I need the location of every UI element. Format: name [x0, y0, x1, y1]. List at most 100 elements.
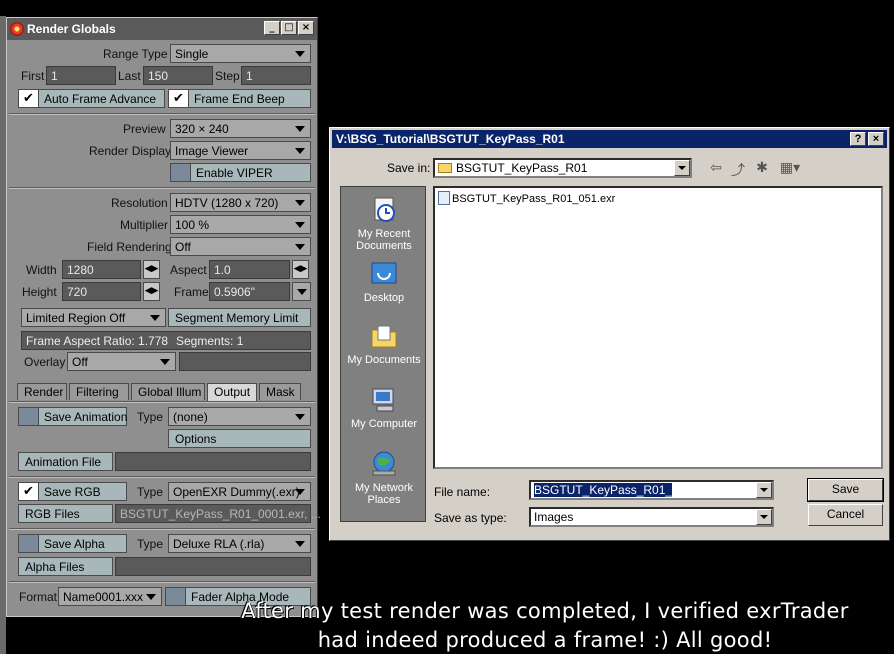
chevron-down-icon	[160, 359, 170, 365]
height-stepper[interactable]: ◀▶	[143, 282, 160, 301]
place-my-documents[interactable]: My Documents	[341, 321, 427, 366]
file-list[interactable]: BSGTUT_KeyPass_R01_051.exr	[433, 186, 883, 469]
width-label: Width	[26, 263, 57, 277]
frame-end-beep-checkbox[interactable]: ✔ Frame End Beep	[168, 89, 311, 108]
tab-render[interactable]: Render	[17, 383, 67, 400]
animation-file-path	[115, 452, 311, 471]
frame-label: Frame	[174, 285, 209, 299]
chevron-down-icon	[674, 160, 690, 176]
checkmark-icon: ✔	[23, 91, 34, 106]
preview-dropdown[interactable]: 320 × 240	[170, 119, 311, 138]
chevron-down-icon	[295, 244, 305, 250]
file-name-input[interactable]: BSGTUT_KeyPass_R01_	[529, 480, 774, 500]
auto-frame-advance-label: Auto Frame Advance	[44, 92, 157, 106]
help-button[interactable]: ?	[850, 132, 866, 146]
save-rgb-label: Save RGB	[44, 485, 101, 499]
tab-output[interactable]: Output	[207, 383, 257, 401]
field-rendering-value: Off	[175, 240, 191, 254]
alpha-type-dropdown[interactable]: Deluxe RLA (.rla)	[168, 534, 311, 553]
save-dialog-title: V:\BSG_Tutorial\BSGTUT_KeyPass_R01	[336, 132, 565, 146]
chevron-down-icon	[295, 51, 305, 57]
multiplier-dropdown[interactable]: 100 %	[170, 215, 311, 234]
frame-unit-dropdown[interactable]	[292, 282, 311, 301]
range-type-dropdown[interactable]: Single	[170, 44, 311, 63]
height-input[interactable]: 720	[62, 282, 141, 301]
rgb-type-dropdown[interactable]: OpenEXR Dummy(.exr)	[168, 482, 311, 501]
height-label: Height	[22, 285, 57, 299]
save-button[interactable]: Save	[807, 478, 884, 502]
render-globals-titlebar[interactable]: Render Globals _ □ ×	[7, 18, 317, 40]
animation-file-button[interactable]: Animation File	[18, 452, 113, 471]
save-alpha-checkbox[interactable]: Save Alpha	[18, 534, 127, 553]
place-recent-documents[interactable]: My Recent Documents	[341, 195, 427, 252]
aspect-stepper[interactable]: ◀▶	[292, 260, 309, 279]
tab-mask[interactable]: Mask	[259, 383, 301, 400]
frame-end-beep-label: Frame End Beep	[194, 92, 285, 106]
caption-line-2: had indeed produced a frame! :) All good…	[317, 628, 773, 652]
tab-filtering[interactable]: Filtering	[69, 383, 129, 400]
overlay-text-input[interactable]	[179, 352, 311, 371]
minimize-button[interactable]: _	[264, 21, 280, 35]
frame-aspect-ratio: Frame Aspect Ratio: 1.778	[26, 334, 169, 348]
up-folder-icon[interactable]: ⤴	[729, 160, 747, 179]
limited-region-dropdown[interactable]: Limited Region Off	[21, 308, 166, 327]
format-dropdown[interactable]: Name0001.xxx	[58, 587, 162, 606]
width-input[interactable]: 1280	[62, 260, 141, 279]
save-dialog-titlebar[interactable]: V:\BSG_Tutorial\BSGTUT_KeyPass_R01 ? ×	[332, 130, 887, 148]
last-frame-input[interactable]: 150	[143, 66, 213, 85]
step-input[interactable]: 1	[241, 66, 311, 85]
animation-type-dropdown[interactable]: (none)	[168, 407, 311, 426]
render-display-dropdown[interactable]: Image Viewer	[170, 141, 311, 160]
rgb-type-value: OpenEXR Dummy(.exr)	[173, 485, 300, 499]
desktop-icon	[371, 262, 397, 284]
my-computer-icon	[372, 388, 394, 412]
save-as-type-dropdown[interactable]: Images	[529, 507, 774, 527]
new-folder-icon[interactable]: ✱	[753, 160, 771, 178]
divider	[9, 187, 315, 189]
place-label: My Recent Documents	[356, 228, 412, 252]
segment-memory-limit-button[interactable]: Segment Memory Limit	[168, 308, 311, 327]
save-rgb-checkbox[interactable]: ✔ Save RGB	[18, 482, 127, 501]
place-my-computer[interactable]: My Computer	[341, 385, 427, 430]
file-name-label: File name:	[434, 485, 491, 499]
chevron-down-icon	[146, 594, 156, 600]
save-as-type-value: Images	[534, 510, 574, 524]
options-button[interactable]: Options	[168, 429, 311, 448]
overlay-value: Off	[72, 355, 88, 369]
my-documents-icon	[371, 325, 397, 348]
aspect-label: Aspect	[170, 263, 207, 277]
place-desktop[interactable]: Desktop	[341, 259, 427, 304]
chevron-down-icon	[756, 482, 772, 498]
caption-line-1: After my test render was completed, I ve…	[241, 599, 849, 623]
cancel-button[interactable]: Cancel	[808, 504, 883, 526]
save-animation-checkbox[interactable]: Save Animation	[18, 407, 127, 426]
file-name-value: BSGTUT_KeyPass_R01_	[534, 483, 673, 497]
rgb-files-path: BSGTUT_KeyPass_R01_0001.exr, ...	[115, 504, 321, 523]
view-menu-icon[interactable]: ▦▾	[777, 160, 803, 178]
maximize-button[interactable]: □	[281, 21, 297, 35]
save-file-dialog: V:\BSG_Tutorial\BSGTUT_KeyPass_R01 ? × S…	[329, 127, 890, 541]
tab-global-illum[interactable]: Global Illum	[131, 383, 205, 400]
enable-viper-label: Enable VIPER	[196, 166, 273, 180]
first-frame-input[interactable]: 1	[46, 66, 116, 85]
auto-frame-advance-checkbox[interactable]: ✔ Auto Frame Advance	[18, 89, 165, 108]
place-label: My Network Places	[354, 482, 414, 506]
rgb-files-button[interactable]: RGB Files	[18, 504, 113, 523]
dialog-close-button[interactable]: ×	[868, 132, 884, 146]
aspect-input[interactable]: 1.0	[209, 260, 290, 279]
enable-viper-checkbox[interactable]: Enable VIPER	[170, 163, 311, 182]
place-my-network-places[interactable]: My Network Places	[341, 449, 427, 506]
chevron-down-icon	[295, 126, 305, 132]
field-rendering-dropdown[interactable]: Off	[170, 237, 311, 256]
back-arrow-icon[interactable]: ⇦	[707, 160, 725, 178]
file-item[interactable]: BSGTUT_KeyPass_R01_051.exr	[438, 191, 615, 205]
resolution-dropdown[interactable]: HDTV (1280 x 720)	[170, 193, 311, 212]
alpha-files-path	[115, 557, 311, 576]
render-display-value: Image Viewer	[175, 144, 249, 158]
width-stepper[interactable]: ◀▶	[143, 260, 160, 279]
save-in-dropdown[interactable]: BSGTUT_KeyPass_R01	[433, 158, 692, 178]
alpha-files-button[interactable]: Alpha Files	[18, 557, 113, 576]
frame-size-input[interactable]: 0.5906"	[209, 282, 290, 301]
overlay-dropdown[interactable]: Off	[67, 352, 176, 371]
close-button[interactable]: ×	[298, 21, 314, 35]
